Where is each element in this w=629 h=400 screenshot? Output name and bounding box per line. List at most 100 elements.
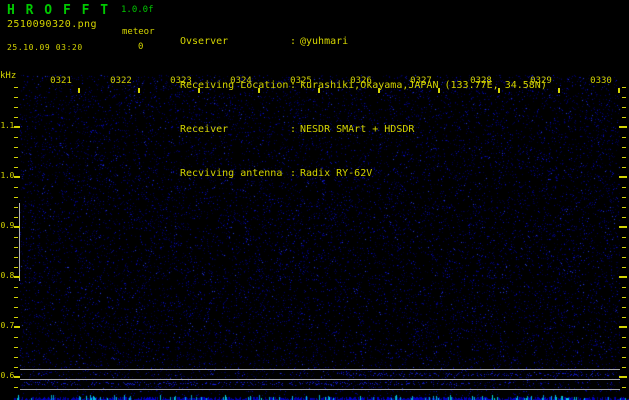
axis-tick bbox=[78, 88, 80, 93]
time-tick-label: 0326 bbox=[349, 77, 373, 86]
count-range-marker bbox=[19, 203, 20, 281]
freq-tick-label: 1.1 bbox=[0, 122, 14, 130]
axis-tick bbox=[622, 297, 626, 298]
observer-row: Ovserver:@yuhmari bbox=[180, 36, 547, 48]
axis-tick bbox=[618, 88, 620, 93]
time-tick-label: 0323 bbox=[169, 77, 193, 86]
axis-tick bbox=[14, 97, 18, 98]
axis-tick bbox=[138, 88, 140, 93]
axis-tick bbox=[14, 157, 18, 158]
axis-tick bbox=[622, 97, 626, 98]
app-title: H R O F F T bbox=[7, 4, 110, 17]
freq-tick-label: 0.6 bbox=[0, 372, 14, 380]
axis-tick bbox=[14, 326, 20, 328]
marker-line-lower bbox=[20, 389, 620, 390]
axis-tick bbox=[622, 117, 626, 118]
axis-tick bbox=[14, 257, 18, 258]
axis-tick bbox=[14, 207, 18, 208]
time-tick-label: 0329 bbox=[529, 77, 553, 86]
axis-tick bbox=[622, 167, 626, 168]
axis-tick bbox=[622, 347, 626, 348]
marker-line-upper bbox=[20, 369, 620, 370]
observer-label: Ovserver bbox=[180, 36, 290, 48]
axis-tick bbox=[14, 187, 18, 188]
freq-tick-label: 0.7 bbox=[0, 322, 14, 330]
axis-tick bbox=[14, 297, 18, 298]
axis-tick bbox=[438, 88, 440, 93]
axis-tick bbox=[14, 137, 18, 138]
antenna-value: Radix RY-62V bbox=[300, 168, 372, 180]
axis-tick bbox=[619, 176, 627, 178]
axis-tick bbox=[558, 88, 560, 93]
meteor-count-label: meteor bbox=[122, 28, 155, 37]
axis-tick bbox=[14, 247, 18, 248]
axis-tick bbox=[378, 88, 380, 93]
axis-tick bbox=[622, 387, 626, 388]
axis-tick bbox=[622, 137, 626, 138]
axis-tick bbox=[622, 357, 626, 358]
observer-value: @yuhmari bbox=[300, 36, 348, 48]
axis-tick bbox=[619, 226, 627, 228]
axis-tick bbox=[619, 326, 627, 328]
axis-tick bbox=[258, 88, 260, 93]
axis-tick bbox=[14, 267, 18, 268]
axis-tick bbox=[14, 197, 18, 198]
axis-tick bbox=[622, 317, 626, 318]
time-tick-label: 0322 bbox=[109, 77, 133, 86]
axis-tick bbox=[622, 87, 626, 88]
frequency-unit-label: kHz bbox=[0, 72, 16, 81]
hrofft-window: H R O F F T 1.0.0f 2510090320.png meteor… bbox=[0, 0, 629, 400]
axis-tick bbox=[14, 176, 20, 178]
freq-tick-label: 0.9 bbox=[0, 222, 14, 230]
axis-tick bbox=[622, 147, 626, 148]
freq-tick-label: 0.8 bbox=[0, 272, 14, 280]
axis-tick bbox=[14, 87, 18, 88]
axis-tick bbox=[622, 217, 626, 218]
app-version: 1.0.0f bbox=[121, 6, 154, 15]
receiver-row: Receiver:NESDR SMArt + HDSDR bbox=[180, 124, 547, 136]
time-tick-label: 0324 bbox=[229, 77, 253, 86]
axis-tick bbox=[622, 207, 626, 208]
axis-tick bbox=[14, 126, 20, 128]
axis-tick bbox=[622, 267, 626, 268]
axis-tick bbox=[622, 237, 626, 238]
marker-line-mid bbox=[20, 379, 620, 380]
axis-tick bbox=[14, 167, 18, 168]
axis-tick bbox=[619, 276, 627, 278]
receiver-label: Receiver bbox=[180, 124, 290, 136]
axis-tick bbox=[14, 367, 18, 368]
axis-tick bbox=[14, 317, 18, 318]
meteor-count-value: 0 bbox=[138, 43, 143, 52]
axis-tick bbox=[14, 107, 18, 108]
axis-tick bbox=[622, 197, 626, 198]
axis-tick bbox=[14, 226, 20, 228]
capture-filename: 2510090320.png bbox=[7, 20, 97, 30]
axis-tick bbox=[622, 247, 626, 248]
axis-tick bbox=[622, 287, 626, 288]
axis-tick bbox=[14, 287, 18, 288]
axis-tick bbox=[14, 357, 18, 358]
axis-tick bbox=[622, 257, 626, 258]
axis-tick bbox=[619, 126, 627, 128]
capture-datetime: 25.10.09 03:20 bbox=[7, 44, 83, 52]
axis-tick bbox=[14, 117, 18, 118]
axis-tick bbox=[14, 337, 18, 338]
axis-tick bbox=[622, 307, 626, 308]
axis-tick bbox=[14, 217, 18, 218]
station-info: Ovserver:@yuhmari Receiving Location:kur… bbox=[180, 4, 547, 212]
axis-tick bbox=[14, 376, 20, 378]
axis-tick bbox=[622, 187, 626, 188]
axis-tick bbox=[622, 157, 626, 158]
time-tick-label: 0330 bbox=[589, 77, 613, 86]
antenna-row: Recviving antenna:Radix RY-62V bbox=[180, 168, 547, 180]
time-tick-label: 0325 bbox=[289, 77, 313, 86]
axis-tick bbox=[14, 387, 18, 388]
axis-tick bbox=[622, 107, 626, 108]
axis-tick bbox=[498, 88, 500, 93]
axis-tick bbox=[198, 88, 200, 93]
time-tick-label: 0327 bbox=[409, 77, 433, 86]
time-tick-label: 0328 bbox=[469, 77, 493, 86]
receiver-value: NESDR SMArt + HDSDR bbox=[300, 124, 414, 136]
axis-tick bbox=[14, 307, 18, 308]
axis-tick bbox=[14, 147, 18, 148]
